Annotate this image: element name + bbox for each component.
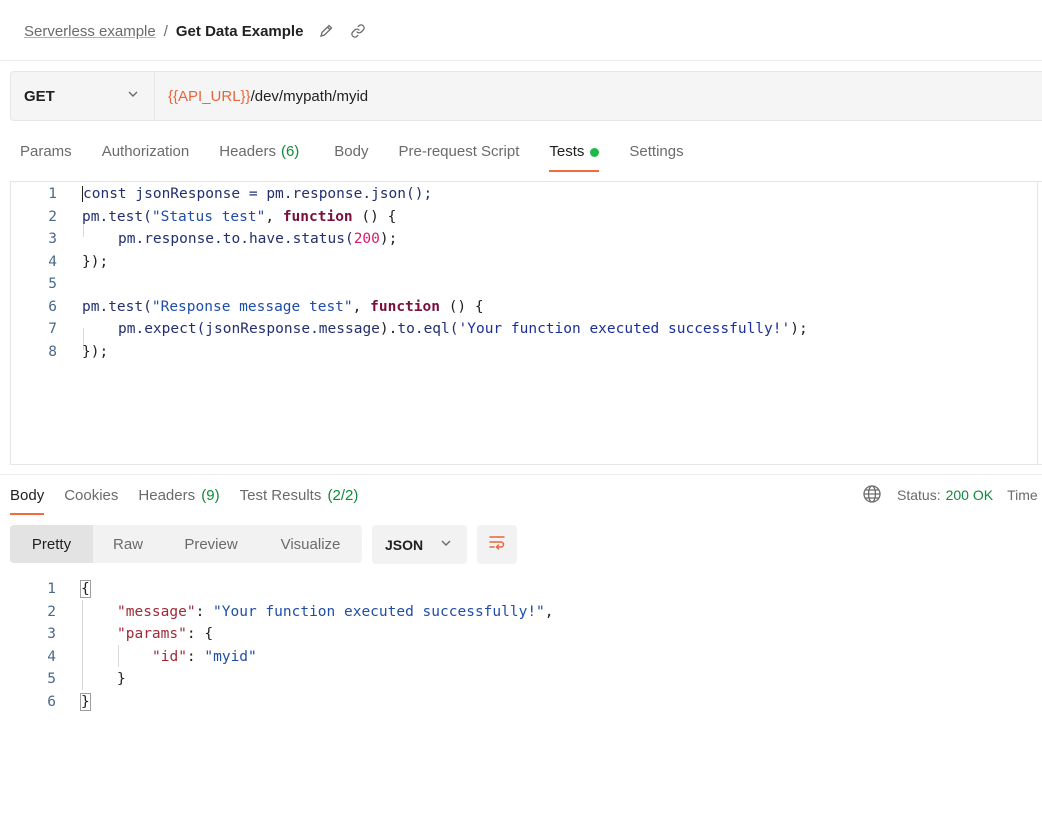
- breadcrumb: Serverless example / Get Data Example: [24, 20, 367, 42]
- code-line: 1 {: [10, 578, 91, 601]
- code-line: 2 "message": "Your function executed suc…: [10, 601, 553, 624]
- code-line: 1 const jsonResponse = pm.response.json(…: [11, 183, 432, 206]
- code-line: 5 }: [10, 668, 125, 691]
- header-divider: [0, 60, 1042, 61]
- code-line: 8 });: [11, 341, 108, 364]
- response-tabs: Body Cookies Headers (9) Test Results (2…: [10, 484, 378, 515]
- json-string: "myid": [204, 648, 257, 665]
- line-number: 8: [48, 343, 57, 360]
- line-number: 4: [47, 648, 56, 665]
- tab-params[interactable]: Params: [20, 140, 72, 172]
- code-line: 6 }: [10, 691, 91, 714]
- response-status: Status: 200 OK Time: [862, 484, 1038, 506]
- format-select[interactable]: JSON: [372, 525, 467, 564]
- chevron-down-icon: [439, 536, 453, 553]
- view-pretty-button[interactable]: Pretty: [10, 525, 93, 563]
- response-divider[interactable]: [0, 474, 1042, 475]
- line-number: 5: [47, 671, 56, 688]
- url-variable: {{API_URL}}: [168, 87, 251, 105]
- line-number: 1: [47, 581, 56, 598]
- wrap-lines-icon: [487, 532, 507, 557]
- indent-guide: [118, 645, 119, 667]
- format-label: JSON: [385, 536, 424, 553]
- tab-headers[interactable]: Headers (6): [219, 140, 299, 172]
- response-tab-body[interactable]: Body: [10, 484, 45, 515]
- headers-count: (6): [280, 143, 300, 160]
- code-line: 3 "params": {: [10, 623, 213, 646]
- response-tab-headers[interactable]: Headers (9): [138, 484, 219, 515]
- view-raw-button[interactable]: Raw: [93, 525, 163, 563]
- method-label: GET: [24, 87, 55, 105]
- code-line: 5: [11, 273, 57, 296]
- code-line: 3 pm.response.to.have.status(200);: [11, 228, 397, 251]
- pencil-icon[interactable]: [317, 22, 335, 40]
- line-number: 5: [48, 276, 57, 293]
- status-label: Status:: [897, 487, 941, 503]
- json-key: "id": [152, 648, 187, 665]
- json-key: "params": [117, 626, 187, 643]
- view-preview-button[interactable]: Preview: [163, 525, 259, 563]
- response-tab-test-results[interactable]: Test Results (2/2): [240, 484, 359, 515]
- json-key: "message": [117, 603, 196, 620]
- view-mode-group: Pretty Raw Preview Visualize: [10, 525, 362, 563]
- line-number: 3: [48, 231, 57, 248]
- code-line: 6 pm.test("Response message test", funct…: [11, 296, 483, 319]
- code-line: 7 pm.expect(jsonResponse.message).to.eql…: [11, 318, 807, 341]
- line-number: 2: [47, 603, 56, 620]
- url-path: /dev/mypath/myid: [250, 87, 369, 105]
- request-tabs: Params Authorization Headers (6) Body Pre…: [20, 140, 714, 172]
- code-line: 2 pm.test("Status test", function () {: [11, 206, 396, 229]
- line-number: 6: [48, 298, 57, 315]
- bracket-match: }: [80, 692, 91, 711]
- line-number: 3: [47, 626, 56, 643]
- method-select[interactable]: GET: [11, 72, 155, 120]
- tests-editor[interactable]: 1 const jsonResponse = pm.response.json(…: [10, 181, 1042, 465]
- code-line: 4 });: [11, 251, 108, 274]
- line-number: 7: [48, 321, 57, 338]
- response-headers-count: (9): [201, 487, 220, 504]
- bracket-match: {: [80, 580, 91, 599]
- code-line: 4 "id": "myid": [10, 646, 257, 669]
- chevron-down-icon: [126, 87, 140, 106]
- view-visualize-button[interactable]: Visualize: [259, 525, 362, 563]
- time-label[interactable]: Time: [1007, 487, 1038, 503]
- request-name[interactable]: Get Data Example: [176, 23, 304, 40]
- json-string: "Your function executed successfully!": [213, 603, 545, 620]
- response-body-viewer[interactable]: 1 { 2 "message": "Your function executed…: [10, 578, 1042, 728]
- breadcrumb-separator: /: [163, 22, 168, 40]
- tab-pre-request-script[interactable]: Pre-request Script: [399, 140, 520, 172]
- breadcrumb-collection-link[interactable]: Serverless example: [24, 23, 156, 40]
- editor-scrollbar[interactable]: [1037, 182, 1038, 464]
- tab-settings[interactable]: Settings: [629, 140, 683, 172]
- tests-indicator-dot: [590, 148, 600, 157]
- link-icon[interactable]: [349, 22, 367, 40]
- line-number: 2: [48, 208, 57, 225]
- tab-authorization[interactable]: Authorization: [102, 140, 190, 172]
- status-value[interactable]: 200 OK: [946, 487, 993, 503]
- globe-icon[interactable]: [862, 484, 882, 507]
- wrap-lines-button[interactable]: [477, 525, 517, 564]
- url-bar: GET {{API_URL}}/dev/mypath/myid: [10, 71, 1042, 121]
- test-results-count: (2/2): [327, 487, 359, 504]
- tab-body[interactable]: Body: [334, 140, 368, 172]
- response-tab-cookies[interactable]: Cookies: [64, 484, 118, 515]
- indent-guide: [82, 600, 83, 690]
- line-number: 6: [47, 693, 56, 710]
- line-number: 1: [48, 186, 57, 203]
- url-input[interactable]: {{API_URL}}/dev/mypath/myid: [155, 72, 1042, 120]
- tab-tests[interactable]: Tests: [549, 140, 600, 172]
- line-number: 4: [48, 253, 57, 270]
